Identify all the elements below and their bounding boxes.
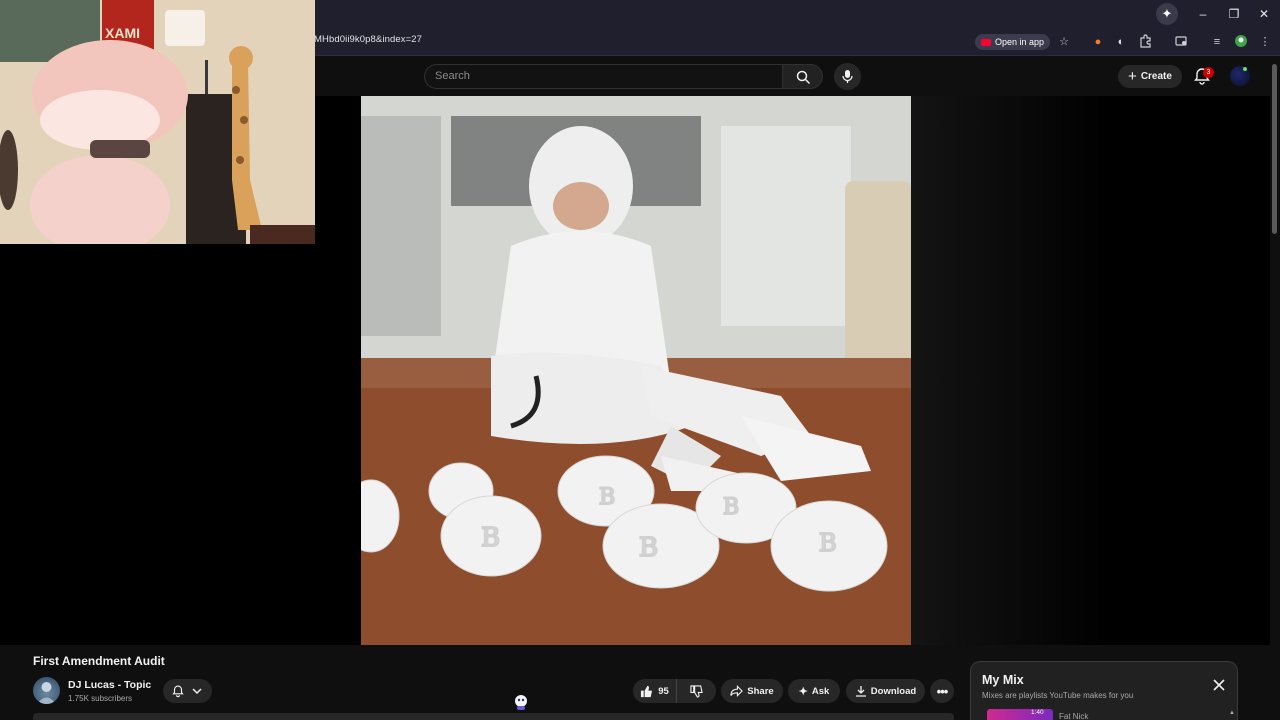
mix-item-thumbnail[interactable]: 1:40	[987, 709, 1053, 720]
menu-kebab-icon[interactable]: ⋮	[1257, 34, 1273, 50]
dislike-button[interactable]	[677, 679, 716, 703]
subscribed-notifications-button[interactable]	[163, 679, 212, 703]
media-controls-icon[interactable]: ≡	[1209, 34, 1225, 50]
description-box-edge[interactable]	[33, 713, 954, 720]
open-in-app-button[interactable]: Open in app	[975, 34, 1051, 50]
share-label: Share	[747, 685, 774, 697]
cast-icon[interactable]	[1173, 34, 1189, 50]
scrollbar-thumb[interactable]	[1272, 64, 1277, 234]
svg-text:B: B	[819, 529, 837, 557]
mix-playlist-panel: My Mix Mixes are playlists YouTube makes…	[970, 661, 1238, 720]
account-avatar[interactable]	[1230, 66, 1250, 86]
share-arrow-icon	[730, 685, 744, 697]
open-in-app-label: Open in app	[995, 37, 1045, 47]
thumbs-down-icon	[690, 684, 703, 698]
ai-sparkle-icon[interactable]: ✦	[1156, 3, 1178, 25]
chevron-down-icon	[192, 688, 202, 695]
more-actions-button[interactable]: •••	[930, 679, 954, 703]
extensions-puzzle-icon[interactable]	[1138, 34, 1154, 50]
animated-cursor-icon	[515, 695, 527, 710]
mix-title[interactable]: My Mix	[982, 673, 1024, 687]
ask-label: Ask	[811, 685, 830, 697]
download-icon	[855, 686, 866, 697]
bell-icon	[172, 685, 184, 698]
plus-icon: +	[1128, 68, 1137, 85]
share-button[interactable]: Share	[721, 679, 783, 703]
download-label: Download	[870, 685, 917, 697]
video-frame-image: B B B B B	[361, 96, 911, 645]
extension-circle-icon[interactable]: ◐	[1113, 34, 1129, 50]
svg-text:B: B	[723, 495, 739, 520]
mix-subtitle: Mixes are playlists YouTube makes for yo…	[982, 691, 1134, 700]
video-title: First Amendment Audit	[33, 654, 165, 668]
close-window-icon[interactable]: ✕	[1250, 4, 1278, 24]
webcam-overlay: XAMI	[0, 0, 315, 244]
notification-count-badge: 3	[1203, 67, 1214, 78]
like-dislike-group: 95	[633, 679, 716, 703]
subscriber-count: 1.75K subscribers	[68, 694, 133, 703]
microphone-icon	[842, 70, 853, 83]
minimize-icon[interactable]: –	[1189, 4, 1217, 24]
extension-fox-icon[interactable]: ●	[1090, 34, 1106, 50]
restore-icon[interactable]: ❐	[1220, 4, 1248, 24]
search-input[interactable]: Search	[424, 64, 782, 89]
create-button[interactable]: + Create	[1118, 65, 1182, 88]
player-ambient-glow	[910, 96, 1110, 645]
like-count: 95	[658, 685, 669, 697]
thumbs-up-icon	[641, 685, 653, 697]
search-placeholder: Search	[435, 70, 470, 82]
download-button[interactable]: Download	[846, 679, 925, 703]
youtube-logo-icon	[981, 38, 991, 46]
svg-text:B: B	[639, 533, 658, 563]
voice-search-button[interactable]	[834, 63, 861, 90]
close-icon[interactable]	[1212, 678, 1226, 692]
mix-scroll-up-icon[interactable]: ▲	[1229, 710, 1235, 718]
poster-lettering: XAMI	[105, 25, 140, 41]
channel-name[interactable]: DJ Lucas - Topic	[68, 679, 151, 691]
mix-item-duration: 1:40	[1031, 709, 1044, 716]
profile-icon[interactable]	[1233, 34, 1249, 50]
create-label: Create	[1140, 71, 1172, 82]
screen: ✦ – ❐ ✕ MHbd0ii9k0p8&index=27 Open in ap…	[0, 0, 1280, 720]
search-button[interactable]	[782, 64, 823, 89]
svg-text:B: B	[599, 485, 615, 510]
like-button[interactable]: 95	[633, 679, 677, 703]
mix-item-artist[interactable]: Fat Nick	[1059, 712, 1088, 720]
bookmark-star-icon[interactable]: ☆	[1056, 34, 1072, 50]
ask-button[interactable]: ✦ Ask	[788, 679, 840, 703]
svg-text:B: B	[481, 523, 500, 553]
sparkle-icon: ✦	[798, 685, 808, 698]
search-icon	[796, 70, 811, 85]
channel-avatar[interactable]	[33, 677, 60, 704]
more-horizontal-icon: •••	[936, 683, 949, 699]
address-bar-url[interactable]: MHbd0ii9k0p8&index=27	[314, 34, 422, 45]
